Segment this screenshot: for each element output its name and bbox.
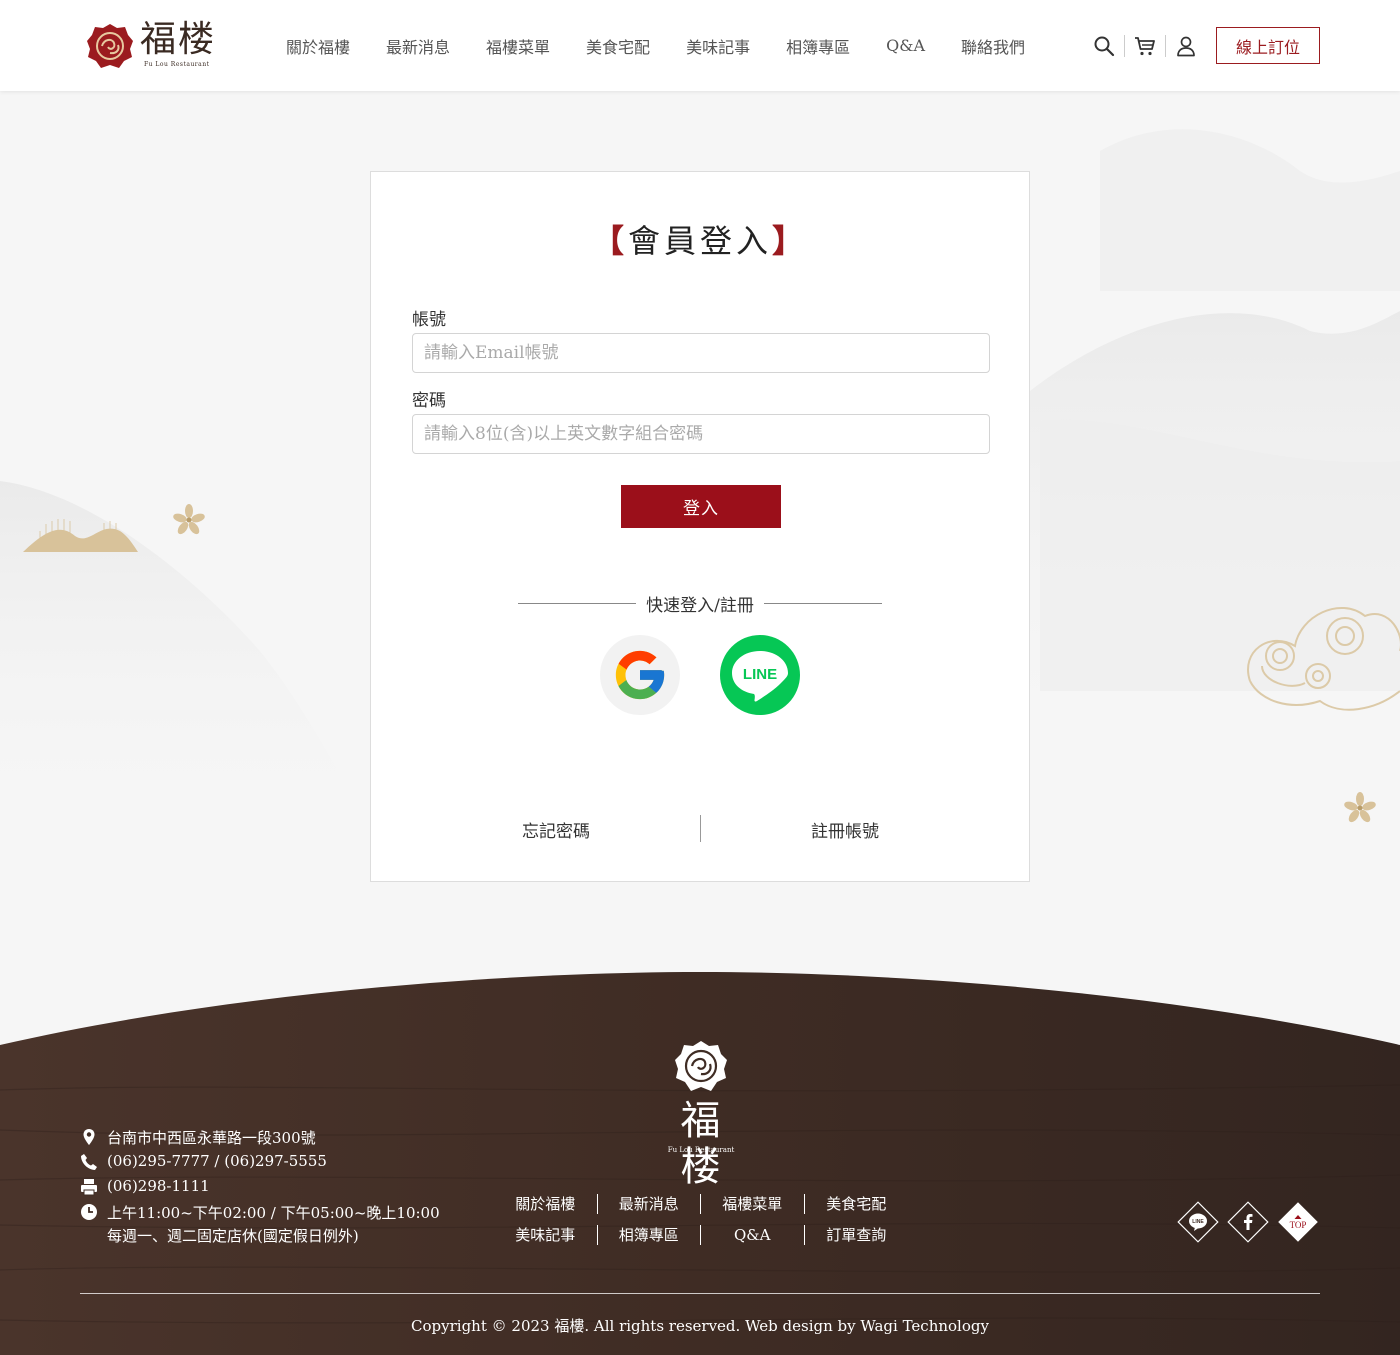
logo-emblem-icon [87, 24, 133, 68]
nav-item-news[interactable]: 最新消息 [368, 34, 468, 58]
flower-decoration [173, 504, 205, 535]
logo-text: 福楼 [140, 19, 217, 60]
back-to-top-button[interactable]: TOP [1277, 1201, 1319, 1243]
hours-text: 上午11:00~下午02:00 / 下午05:00~晚上10:00 [107, 1204, 440, 1222]
copyright-text: Copyright © 2023 福樓. All rights reserved… [411, 1317, 989, 1335]
google-login-button[interactable] [600, 635, 680, 715]
quick-login-divider: 快速登入/註冊 [518, 591, 883, 616]
footer-phone: (06)295-7777 / (06)297-5555 [80, 1152, 327, 1171]
phone-icon [81, 1154, 97, 1170]
location-icon [83, 1129, 95, 1145]
site-logo[interactable]: 福楼 Fu Lou Restaurant [86, 19, 217, 72]
footer-nav-menu[interactable]: 福樓菜單 [701, 1193, 805, 1214]
search-icon[interactable] [1090, 32, 1118, 60]
header-divider [1165, 35, 1166, 57]
footer-nav-news[interactable]: 最新消息 [598, 1193, 701, 1214]
nav-item-menu[interactable]: 福樓菜單 [468, 34, 568, 58]
login-title: 【會員登入】 [371, 216, 1029, 262]
footer-nav-qa[interactable]: Q&A [701, 1224, 805, 1245]
nav-item-about[interactable]: 關於福樓 [268, 34, 368, 58]
main-nav: 關於福樓 最新消息 福樓菜單 美食宅配 美味記事 相簿專區 Q&A 聯絡我們 [268, 0, 1043, 91]
phone-text: (06)295-7777 / (06)297-5555 [107, 1152, 327, 1170]
footer-facebook-button[interactable] [1227, 1201, 1269, 1243]
footer-nav-orders[interactable]: 訂單查詢 [805, 1225, 909, 1245]
footer-line-button[interactable]: LINE [1177, 1201, 1219, 1243]
password-label: 密碼 [412, 391, 446, 411]
line-icon-text: LINE [743, 666, 777, 683]
quick-login-label: 快速登入/註冊 [646, 595, 754, 616]
fax-icon [81, 1179, 97, 1196]
nav-item-contact[interactable]: 聯絡我們 [943, 34, 1043, 58]
footer-logo-text: 福楼 [680, 1098, 722, 1190]
login-title-text: 會員登入 [627, 222, 772, 260]
footer-nav-delivery[interactable]: 美食宅配 [805, 1194, 909, 1214]
divider-line [518, 602, 637, 604]
reserve-button[interactable]: 線上訂位 [1216, 27, 1320, 64]
line-icon: LINE [732, 651, 788, 702]
site-footer: 台南市中西區永華路一段300號 (06)295-7777 / (06)297-5… [0, 970, 1400, 1355]
clock-icon [81, 1204, 97, 1220]
login-card: 【會員登入】 帳號 密碼 登入 快速登入/註冊 LINE 忘記密碼 註冊帳號 [370, 171, 1030, 882]
title-bracket-close: 】 [772, 222, 809, 260]
header-icons [1090, 32, 1200, 60]
footer-logo[interactable]: 福楼 Fu Lou Restaurant [664, 1040, 738, 1190]
fax-text: (06)298-1111 [107, 1177, 210, 1195]
logo-subtitle: Fu Lou Restaurant [144, 61, 210, 68]
divider-line [763, 602, 883, 604]
password-input[interactable] [412, 414, 990, 454]
footer-fax: (06)298-1111 [80, 1177, 210, 1196]
hours-block: 上午11:00~下午02:00 / 下午05:00~晚上10:00 每週一、週二… [107, 1202, 440, 1246]
user-icon[interactable] [1172, 32, 1200, 60]
nav-item-delivery[interactable]: 美食宅配 [568, 34, 668, 58]
flower-decoration [1344, 792, 1376, 823]
forgot-password-link[interactable]: 忘記密碼 [456, 817, 656, 842]
footer-nav: 關於福樓 最新消息 福樓菜單 美食宅配 美味記事 相簿專區 Q&A 訂單查詢 [494, 1188, 908, 1250]
cart-icon[interactable] [1131, 32, 1159, 60]
footer-nav-stories[interactable]: 美味記事 [494, 1224, 598, 1245]
header-divider [1124, 35, 1125, 57]
top-label: TOP [1290, 1220, 1307, 1230]
footer-nav-about[interactable]: 關於福樓 [494, 1193, 598, 1214]
footer-divider [80, 1293, 1320, 1294]
closed-days-text: 每週一、週二固定店休(國定假日例外) [107, 1227, 359, 1245]
title-bracket-open: 【 [591, 222, 628, 260]
line-login-button[interactable]: LINE [720, 635, 800, 715]
footer-address: 台南市中西區永華路一段300號 [80, 1127, 316, 1148]
account-input[interactable] [412, 333, 990, 373]
link-divider [700, 815, 701, 842]
line-icon-text: LINE [1192, 1219, 1204, 1225]
footer-hours: 上午11:00~下午02:00 / 下午05:00~晚上10:00 每週一、週二… [80, 1202, 440, 1246]
nav-item-stories[interactable]: 美味記事 [668, 34, 768, 58]
facebook-icon [1244, 1214, 1253, 1230]
nav-item-qa[interactable]: Q&A [868, 36, 943, 55]
footer-nav-album[interactable]: 相簿專區 [598, 1224, 701, 1245]
line-icon: LINE [1189, 1213, 1207, 1231]
footer-nav-row: 關於福樓 最新消息 福樓菜單 美食宅配 [494, 1188, 908, 1219]
google-icon [615, 650, 665, 700]
address-text: 台南市中西區永華路一段300號 [107, 1129, 316, 1147]
nav-item-album[interactable]: 相簿專區 [768, 34, 868, 58]
site-header: 福楼 Fu Lou Restaurant 關於福樓 最新消息 福樓菜單 美食宅配… [0, 0, 1400, 91]
footer-nav-row: 美味記事 相簿專區 Q&A 訂單查詢 [494, 1219, 908, 1250]
login-button[interactable]: 登入 [621, 485, 781, 528]
footer-logo-emblem-icon [675, 1041, 727, 1091]
footer-logo-subtitle: Fu Lou Restaurant [667, 1146, 735, 1154]
register-link[interactable]: 註冊帳號 [745, 817, 945, 842]
account-label: 帳號 [412, 310, 446, 330]
